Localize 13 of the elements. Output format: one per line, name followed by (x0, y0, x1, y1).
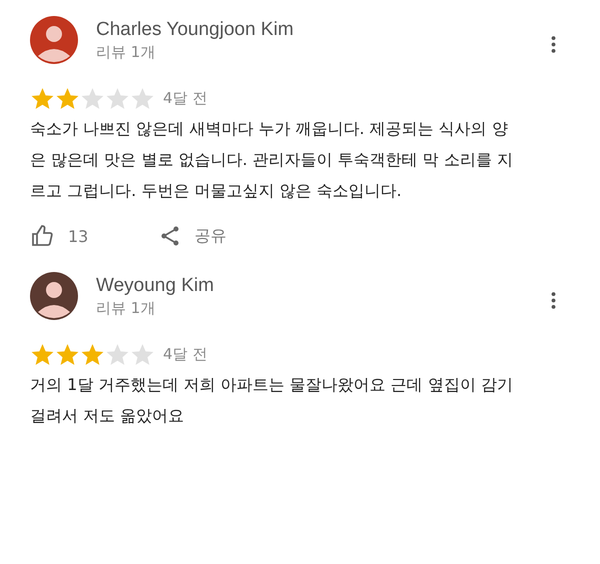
review-time: 4달 전 (163, 345, 208, 364)
review-count: 리뷰 1개 (96, 42, 156, 62)
author-name[interactable]: Charles Youngjoon Kim (96, 18, 551, 40)
share-button[interactable]: 공유 (158, 224, 226, 248)
review-text: 거의 1달 거주했는데 저희 아파트는 물잘나왔어요 근데 옆집이 감기걸려서 저도 옮았어요 (30, 374, 514, 427)
more-options-icon[interactable] (551, 292, 556, 308)
more-options-icon[interactable] (551, 36, 556, 52)
like-count: 13 (68, 226, 88, 246)
review-count: 리뷰 1개 (96, 298, 156, 318)
author-name[interactable]: Weyoung Kim (96, 274, 551, 296)
review-text: 숙소가 나쁘진 않은데 새벽마다 누가 깨웁니다. 제공되는 식사의 양은 많은데 맛은 별로 없습니다. 관리자들이 투숙객한테 막 소리를 지르고 그럽니다. 두번은 머물고싶지 않은 숙소입니다. (30, 118, 514, 202)
review-time: 4달 전 (163, 89, 208, 108)
thumbs-up-icon[interactable] (30, 224, 54, 248)
